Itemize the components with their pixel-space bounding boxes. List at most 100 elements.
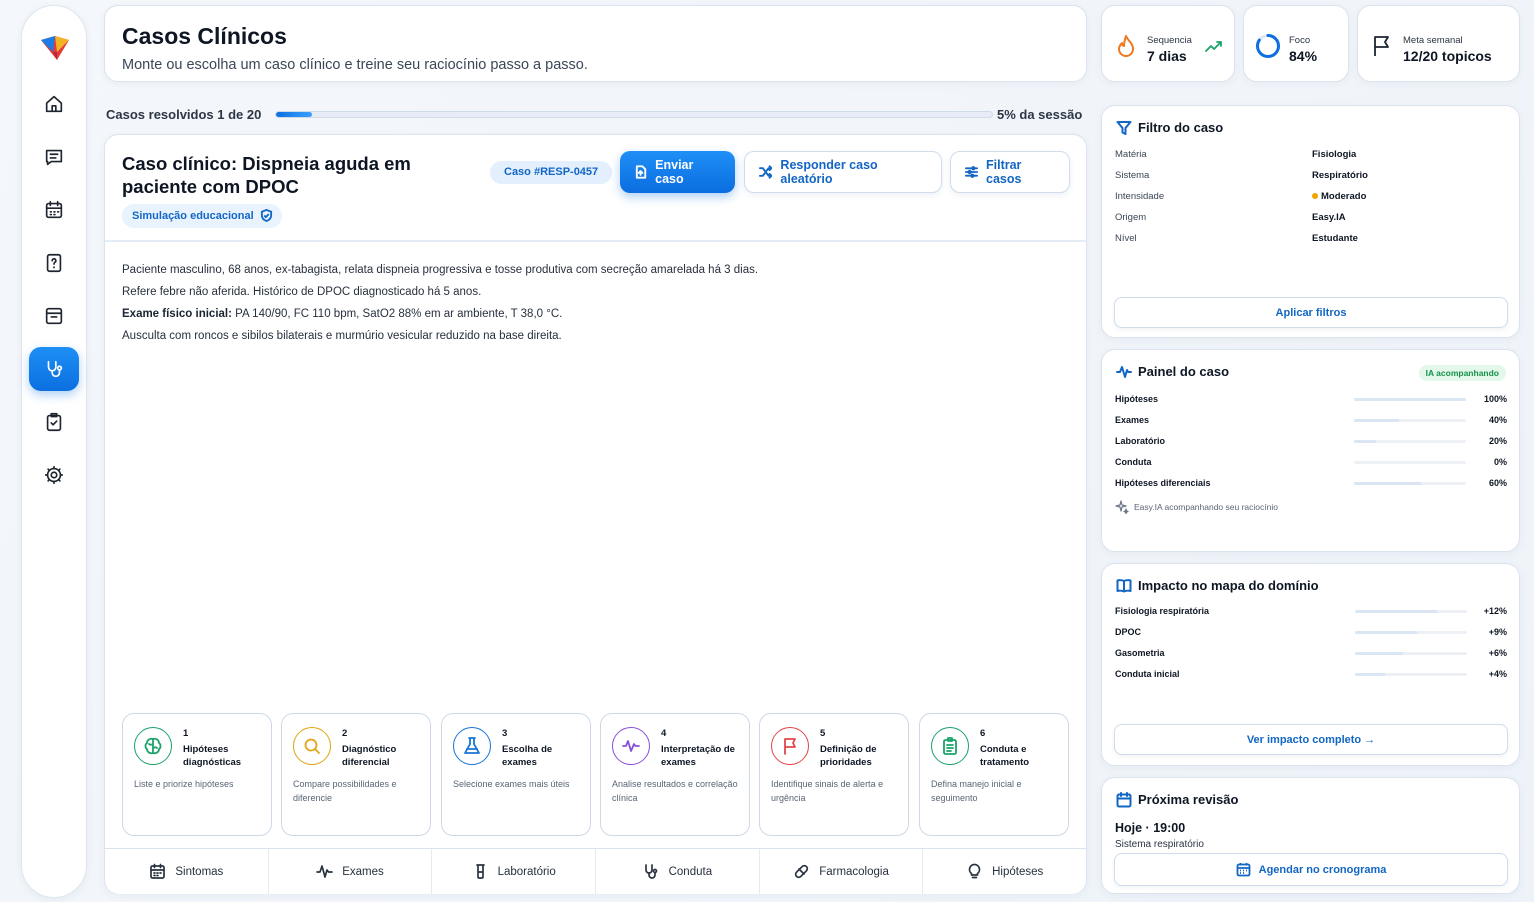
filter-value: Easy.IA xyxy=(1312,212,1346,223)
panel-row-bar xyxy=(1354,419,1466,422)
calendar-icon xyxy=(1236,863,1251,877)
view-impact-label: Ver impacto completo → xyxy=(1246,733,1376,746)
archive-icon xyxy=(45,307,63,325)
case-line: Ausculta com roncos e sibilos bilaterais… xyxy=(122,330,562,342)
panel-row-bar xyxy=(1354,398,1466,401)
exam-label: Exame físico inicial: xyxy=(122,308,232,320)
step-title: Definição de prioridades xyxy=(820,744,877,768)
impact-panel: Impacto no mapa do domínio Fisiologia re… xyxy=(1101,563,1520,766)
stethoscope-icon xyxy=(47,360,63,378)
impact-title: Impacto no mapa do domínio xyxy=(1138,578,1319,593)
app-logo[interactable] xyxy=(37,30,73,66)
progress-fill xyxy=(276,112,312,117)
magnifier-icon xyxy=(293,727,331,765)
filter-key: Nível xyxy=(1115,233,1137,244)
panel-row-label: Exames xyxy=(1115,415,1150,425)
send-case-button[interactable]: Enviar caso xyxy=(620,151,735,193)
step-card-treatment[interactable]: 6 Conduta e tratamento Defina manejo ini… xyxy=(919,713,1069,836)
nav-tasks[interactable] xyxy=(29,400,79,444)
impact-row-percent: +4% xyxy=(1488,669,1507,679)
stat-label: Sequencia xyxy=(1147,35,1192,46)
education-badge: Simulação educacional xyxy=(122,204,282,228)
page-subtitle: Monte ou escolha um caso clínico e trein… xyxy=(122,57,588,73)
gear-icon xyxy=(44,465,64,485)
nav-settings[interactable] xyxy=(29,453,79,497)
send-file-icon xyxy=(635,165,647,179)
impact-row-label: DPOC xyxy=(1115,627,1142,637)
case-line: Paciente masculino, 68 anos, ex-tabagist… xyxy=(122,264,759,276)
impact-row-bar xyxy=(1355,652,1467,655)
step-number: 4 xyxy=(661,728,667,739)
filter-key: Matéria xyxy=(1115,149,1147,160)
brain-icon xyxy=(134,727,172,765)
sidebar xyxy=(21,5,87,898)
tab-hypotheses[interactable]: Hipóteses xyxy=(923,849,1086,894)
page-header: Casos Clínicos Monte ou escolha um caso … xyxy=(104,5,1087,82)
progress-bar xyxy=(275,111,993,118)
panel-footer: Easy.IA acompanhando seu raciocínio xyxy=(1134,502,1278,512)
panel-title: Painel do caso xyxy=(1138,364,1230,379)
stat-focus: Foco 84% xyxy=(1243,5,1349,82)
step-card-priorities[interactable]: 5 Definição de prioridades Identifique s… xyxy=(759,713,909,836)
filter-cases-label: Filtrar casos xyxy=(986,158,1022,186)
tab-conduct[interactable]: Conduta xyxy=(596,849,760,894)
tab-exams[interactable]: Exames xyxy=(269,849,433,894)
panel-row-bar xyxy=(1354,461,1466,464)
panel-row-bar xyxy=(1354,482,1466,485)
nav-questions[interactable] xyxy=(29,241,79,285)
impact-row-label: Conduta inicial xyxy=(1115,669,1180,679)
step-title: Escolha de exames xyxy=(502,744,553,768)
divider xyxy=(105,240,1086,242)
schedule-label: Agendar no cronograma xyxy=(1258,863,1387,876)
pulse-icon xyxy=(1116,366,1132,378)
filter-cases-button[interactable]: Filtrar casos xyxy=(950,151,1070,193)
impact-row-label: Gasometria xyxy=(1115,648,1165,658)
step-card-exams[interactable]: 3 Escolha de exames Selecione exames mai… xyxy=(441,713,591,836)
clipboard-icon xyxy=(931,727,969,765)
sliders-icon xyxy=(965,166,978,178)
filter-key: Intensidade xyxy=(1115,191,1165,202)
panel-row-label: Hipóteses diferenciais xyxy=(1115,478,1211,488)
tab-symptoms[interactable]: Sintomas xyxy=(105,849,269,894)
case-line: Exame físico inicial: PA 140/90, FC 110 … xyxy=(122,303,758,325)
panel-row-percent: 60% xyxy=(1488,478,1507,488)
section-tabs: Sintomas Exames Laboratório Conduta Farm… xyxy=(105,848,1086,894)
nav-messages[interactable] xyxy=(29,135,79,179)
filter-value: Estudante xyxy=(1312,233,1358,244)
filter-title: Filtro do caso xyxy=(1138,120,1224,135)
schedule-button[interactable]: Agendar no cronograma xyxy=(1114,853,1508,886)
filter-value: Fisiologia xyxy=(1312,149,1357,160)
stat-value: 7 dias xyxy=(1147,48,1187,64)
step-card-differential[interactable]: 2 Diagnóstico diferencial Compare possib… xyxy=(281,713,431,836)
nav-home[interactable] xyxy=(29,82,79,126)
tab-label: Laboratório xyxy=(497,865,556,878)
nav-calendar[interactable] xyxy=(29,188,79,232)
case-panel: Painel do caso IA acompanhando Hipóteses… xyxy=(1101,349,1520,552)
step-description: Analise resultados e correlação clínica xyxy=(612,779,738,803)
progress-session: 5% da sessão xyxy=(997,107,1083,122)
step-description: Selecione exames mais úteis xyxy=(453,779,570,789)
pulse-icon xyxy=(316,865,334,878)
stat-weekly-goal: Meta semanal 12/20 topicos xyxy=(1357,5,1520,82)
random-case-button[interactable]: Responder caso aleatório xyxy=(744,151,942,193)
message-icon xyxy=(45,149,63,166)
trend-up-icon xyxy=(1205,41,1222,52)
tab-label: Exames xyxy=(342,865,384,878)
step-card-hypotheses[interactable]: 1 Hipóteses diagnósticas Liste e prioriz… xyxy=(122,713,272,836)
view-impact-button[interactable]: Ver impacto completo → xyxy=(1114,724,1508,755)
step-description: Identifique sinais de alerta e urgência xyxy=(771,779,884,803)
panel-row-label: Laboratório xyxy=(1115,436,1166,446)
step-card-interpretation[interactable]: 4 Interpretação de exames Analise result… xyxy=(600,713,750,836)
tab-pharmacology[interactable]: Farmacologia xyxy=(760,849,924,894)
nav-archive[interactable] xyxy=(29,294,79,338)
step-description: Compare possibilidades e diferencie xyxy=(293,779,397,803)
apply-filters-button[interactable]: Aplicar filtros xyxy=(1114,297,1508,328)
education-badge-label: Simulação educacional xyxy=(132,210,254,222)
step-title: Hipóteses diagnósticas xyxy=(183,744,242,768)
stat-label: Foco xyxy=(1289,35,1311,46)
step-description: Defina manejo inicial e seguimento xyxy=(931,779,1022,803)
tab-laboratory[interactable]: Laboratório xyxy=(432,849,597,894)
pill-icon xyxy=(795,864,809,879)
nav-clinical-cases[interactable] xyxy=(29,347,79,391)
case-id-badge: Caso #RESP-0457 xyxy=(490,161,613,184)
